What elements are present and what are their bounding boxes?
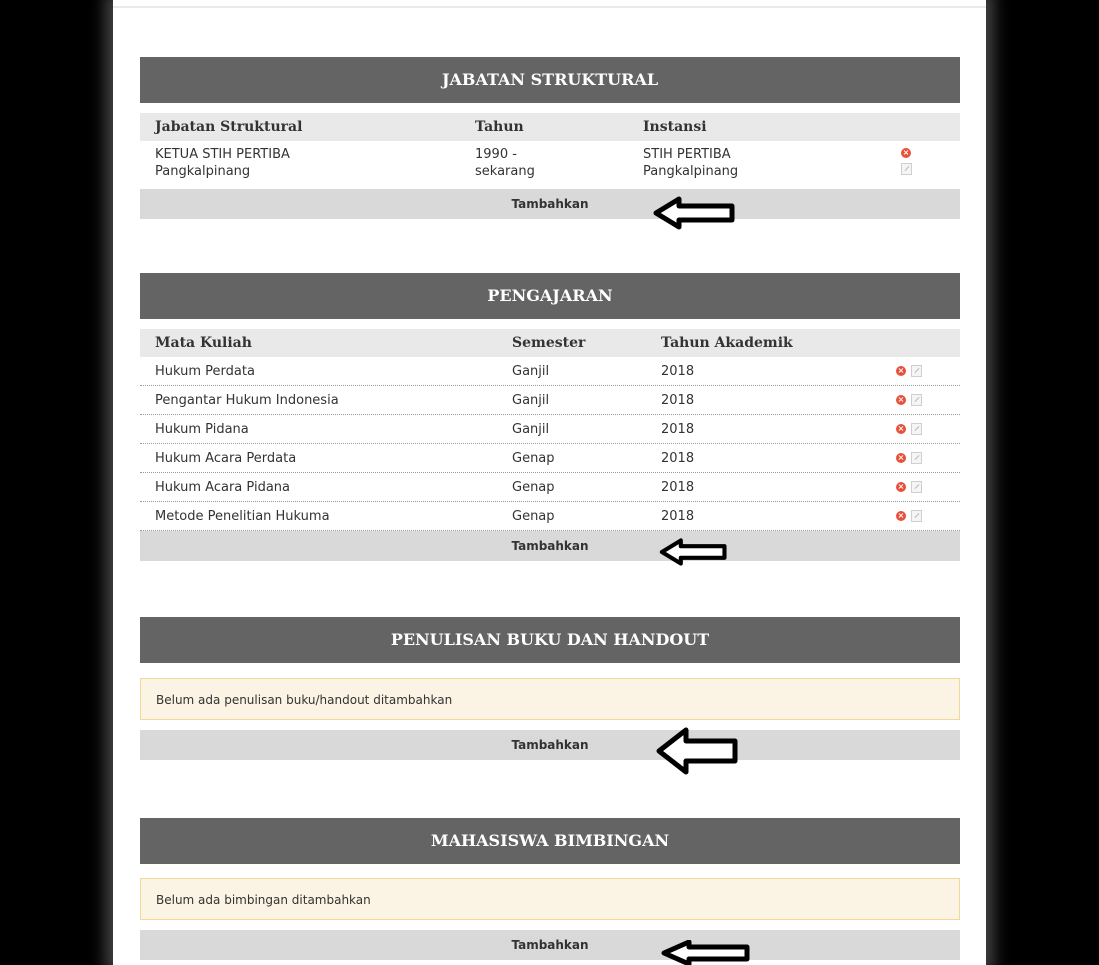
cell-mata-kuliah: Pengantar Hukum Indonesia	[155, 393, 339, 408]
cell-mata-kuliah: Metode Penelitian Hukuma	[155, 509, 330, 524]
delete-icon[interactable]: ×	[896, 452, 906, 463]
delete-icon[interactable]: ×	[896, 481, 906, 492]
cell-tahun-akademik: 2018	[661, 364, 695, 379]
table-row: Metode Penelitian Hukuma Genap 2018 ×	[140, 502, 960, 531]
cell-instansi-line2: Pangkalpinang	[643, 164, 739, 179]
cell-instansi-line1: STIH PERTIBA	[643, 147, 731, 162]
row-actions: ×	[900, 145, 912, 175]
left-arrow-annotation-icon	[656, 727, 738, 775]
delete-icon[interactable]: ×	[901, 147, 911, 158]
left-arrow-annotation-icon	[659, 538, 727, 566]
cell-semester: Genap	[512, 451, 555, 466]
section-mahasiswa-bimbingan: MAHASISWA BIMBINGAN Belum ada bimbingan …	[140, 818, 960, 960]
cell-jabatan-line1: KETUA STIH PERTIBA	[155, 147, 290, 162]
cell-tahun-akademik: 2018	[661, 509, 695, 524]
cell-tahun-line2: sekarang	[475, 164, 535, 179]
cell-semester: Genap	[512, 480, 555, 495]
row-actions: ×	[896, 421, 922, 436]
row-actions: ×	[896, 479, 922, 494]
cell-instansi: STIH PERTIBA Pangkalpinang	[643, 146, 738, 180]
cell-jabatan: KETUA STIH PERTIBA Pangkalpinang	[155, 146, 290, 180]
cell-mata-kuliah: Hukum Pidana	[155, 422, 249, 437]
section-title: PENULISAN BUKU DAN HANDOUT	[140, 617, 960, 663]
cell-mata-kuliah: Hukum Acara Perdata	[155, 451, 297, 466]
add-button[interactable]: Tambahkan	[140, 730, 960, 760]
empty-notice: Belum ada bimbingan ditambahkan	[140, 878, 960, 920]
col-header-tahun-akademik: Tahun Akademik	[661, 335, 793, 351]
content-page: JABATAN STRUKTURAL Jabatan Struktural Ta…	[113, 0, 986, 965]
cell-tahun-akademik: 2018	[661, 393, 695, 408]
section-title: PENGAJARAN	[140, 273, 960, 319]
section-title: MAHASISWA BIMBINGAN	[140, 818, 960, 864]
edit-icon[interactable]	[911, 422, 922, 435]
edit-icon[interactable]	[911, 451, 922, 464]
left-arrow-annotation-icon	[653, 196, 735, 230]
add-button[interactable]: Tambahkan	[140, 189, 960, 219]
cell-tahun: 1990 - sekarang	[475, 146, 535, 180]
table-row: Pengantar Hukum Indonesia Ganjil 2018 ×	[140, 386, 960, 415]
edit-icon[interactable]	[900, 163, 912, 175]
empty-notice: Belum ada penulisan buku/handout ditamba…	[140, 678, 960, 720]
col-header-jabatan: Jabatan Struktural	[155, 119, 303, 135]
cell-tahun-line1: 1990 -	[475, 147, 517, 162]
table-row: Hukum Pidana Ganjil 2018 ×	[140, 415, 960, 444]
section-jabatan-struktural: JABATAN STRUKTURAL Jabatan Struktural Ta…	[140, 57, 960, 219]
delete-icon[interactable]: ×	[896, 394, 906, 405]
cell-semester: Ganjil	[512, 364, 550, 379]
edit-icon[interactable]	[911, 364, 922, 377]
col-header-instansi: Instansi	[643, 119, 707, 135]
table-body: Hukum Perdata Ganjil 2018 × Pengantar Hukum …	[140, 357, 960, 531]
table-header: Jabatan Struktural Tahun Instansi	[140, 113, 960, 141]
edit-icon[interactable]	[911, 480, 922, 493]
col-header-tahun: Tahun	[475, 119, 524, 135]
delete-icon[interactable]: ×	[896, 423, 906, 434]
row-actions: ×	[896, 508, 922, 523]
section-pengajaran: PENGAJARAN Mata Kuliah Semester Tahun Ak…	[140, 273, 960, 561]
cell-tahun-akademik: 2018	[661, 451, 695, 466]
row-actions: ×	[896, 450, 922, 465]
cell-mata-kuliah: Hukum Acara Pidana	[155, 480, 290, 495]
delete-icon[interactable]: ×	[896, 365, 906, 376]
edit-icon[interactable]	[911, 509, 922, 522]
left-arrow-annotation-icon	[661, 940, 750, 965]
cell-tahun-akademik: 2018	[661, 422, 695, 437]
cell-semester: Genap	[512, 509, 555, 524]
table-header: Mata Kuliah Semester Tahun Akademik	[140, 329, 960, 357]
section-title: JABATAN STRUKTURAL	[140, 57, 960, 103]
cell-mata-kuliah: Hukum Perdata	[155, 364, 255, 379]
table-row: Hukum Acara Perdata Genap 2018 ×	[140, 444, 960, 473]
delete-icon[interactable]: ×	[896, 510, 906, 521]
cell-semester: Ganjil	[512, 422, 550, 437]
section-penulisan-buku: PENULISAN BUKU DAN HANDOUT Belum ada pen…	[140, 617, 960, 760]
add-button[interactable]: Tambahkan	[140, 930, 960, 960]
edit-icon[interactable]	[911, 393, 922, 406]
row-actions: ×	[896, 363, 922, 378]
cell-semester: Ganjil	[512, 393, 550, 408]
col-header-semester: Semester	[512, 335, 586, 351]
cell-jabatan-line2: Pangkalpinang	[155, 164, 251, 179]
add-button[interactable]: Tambahkan	[140, 531, 960, 561]
cell-tahun-akademik: 2018	[661, 480, 695, 495]
col-header-mata-kuliah: Mata Kuliah	[155, 335, 252, 351]
table-row: KETUA STIH PERTIBA Pangkalpinang 1990 - …	[140, 141, 960, 189]
table-row: Hukum Acara Pidana Genap 2018 ×	[140, 473, 960, 502]
table-row: Hukum Perdata Ganjil 2018 ×	[140, 357, 960, 386]
top-divider	[113, 6, 986, 8]
row-actions: ×	[896, 392, 922, 407]
